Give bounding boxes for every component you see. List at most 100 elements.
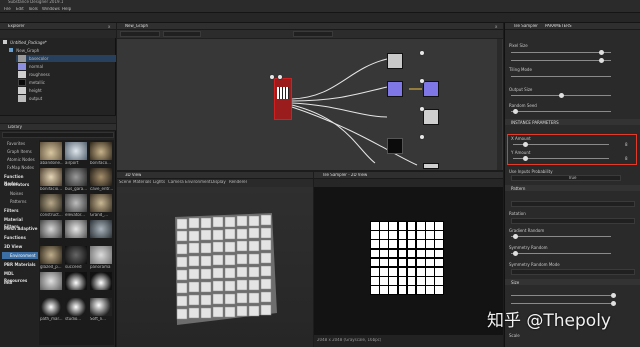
package-row[interactable]: Untitled_Package*	[3, 39, 115, 46]
graph-canvas[interactable]	[117, 39, 503, 170]
env-thumb[interactable]	[65, 142, 87, 160]
node-input-port[interactable]	[269, 74, 275, 80]
symmetry-slider[interactable]	[511, 251, 611, 256]
menu-tools[interactable]: Tools	[28, 7, 38, 12]
graph-tab[interactable]: New_Graph	[125, 24, 148, 29]
output-item[interactable]: metallic	[16, 79, 116, 86]
size-y-slider[interactable]	[511, 301, 616, 306]
tile-sampler-node[interactable]	[274, 78, 292, 120]
menu-renderer[interactable]: Renderer	[229, 180, 247, 185]
env-thumb[interactable]	[65, 220, 87, 238]
env-thumb[interactable]	[40, 194, 62, 212]
slider-knob[interactable]	[599, 50, 604, 55]
view2d-canvas[interactable]	[314, 187, 503, 335]
roughness-node[interactable]	[423, 109, 439, 125]
env-thumb[interactable]	[40, 272, 62, 290]
env-thumb[interactable]	[65, 168, 87, 186]
category-item[interactable]: mdl	[4, 279, 38, 286]
graph-format-dropdown[interactable]	[163, 31, 201, 37]
menu-camera[interactable]: Camera	[168, 180, 184, 185]
slider-knob[interactable]	[523, 156, 528, 161]
graph-row[interactable]: New_Graph	[9, 47, 115, 54]
category-item[interactable]: Patterns	[10, 198, 38, 205]
env-thumb[interactable]	[40, 168, 62, 186]
node-port[interactable]	[419, 134, 425, 140]
x-amount-slider[interactable]	[513, 142, 609, 147]
env-thumb[interactable]	[40, 298, 62, 316]
basecolor-node[interactable]	[387, 53, 403, 69]
menu-edit[interactable]: Edit	[16, 7, 24, 12]
category-item[interactable]: Favorites	[7, 140, 38, 147]
output-slider[interactable]	[511, 93, 611, 98]
rotation-dropdown[interactable]	[511, 218, 635, 224]
env-thumb[interactable]	[65, 298, 87, 316]
size-x-slider[interactable]	[511, 293, 616, 298]
properties-tab[interactable]: Tile Sampler	[513, 24, 538, 29]
tiling-slider[interactable]	[511, 76, 611, 77]
slider-knob[interactable]	[513, 251, 518, 256]
output-item[interactable]: basecolor	[16, 55, 116, 62]
category-item[interactable]: Function Nodes	[4, 173, 38, 186]
env-thumb[interactable]	[65, 194, 87, 212]
env-thumb[interactable]	[40, 142, 62, 160]
menu-scene[interactable]: Scene	[119, 180, 131, 185]
category-item[interactable]: PBR Materials	[4, 261, 38, 268]
env-thumb[interactable]	[90, 194, 112, 212]
menu-help[interactable]: Help	[62, 7, 71, 12]
category-item[interactable]: Mesh Adaptive	[4, 225, 38, 232]
height-slider[interactable]	[511, 58, 611, 63]
env-thumb[interactable]	[90, 168, 112, 186]
pattern-dropdown[interactable]	[511, 201, 635, 207]
close-icon[interactable]: x	[108, 24, 110, 29]
height-node[interactable]	[423, 163, 439, 169]
seed-slider[interactable]	[511, 109, 611, 114]
slider-knob[interactable]	[523, 142, 528, 147]
menu-windows[interactable]: Windows	[42, 7, 60, 12]
category-item[interactable]: Material Filters	[4, 216, 38, 229]
category-item-selected[interactable]: Environment	[2, 252, 38, 259]
metallic-node[interactable]	[387, 138, 403, 154]
env-thumb[interactable]	[90, 298, 112, 316]
category-item[interactable]: Functions	[4, 234, 38, 241]
output-item[interactable]: output	[16, 95, 116, 102]
output-item[interactable]: roughness	[16, 71, 116, 78]
graph-search[interactable]	[293, 31, 333, 37]
symmetry-mode-dropdown[interactable]	[511, 269, 635, 275]
menu-environment[interactable]: Environment	[185, 180, 211, 185]
env-thumb[interactable]	[40, 246, 62, 264]
gradient-slider[interactable]	[511, 234, 611, 239]
env-thumb[interactable]	[65, 272, 87, 290]
env-thumb[interactable]	[65, 246, 87, 264]
env-thumb[interactable]	[90, 142, 112, 160]
category-item[interactable]: FxMap Nodes	[7, 164, 38, 171]
y-amount-slider[interactable]	[513, 156, 609, 161]
node-port[interactable]	[419, 106, 425, 112]
properties-tab-params[interactable]: PARAMETERS	[545, 24, 572, 29]
graph-scrollbar[interactable]	[497, 39, 502, 170]
slider-knob[interactable]	[599, 58, 604, 63]
env-thumb[interactable]	[90, 272, 112, 290]
category-item[interactable]: Noises	[10, 190, 38, 197]
output-item[interactable]: normal	[16, 63, 116, 70]
menu-file[interactable]: File	[4, 7, 11, 12]
normal-output-node[interactable]	[423, 81, 439, 97]
normal-node[interactable]	[387, 81, 403, 97]
slider-knob[interactable]	[513, 109, 518, 114]
category-item[interactable]: MDL Resources	[4, 270, 38, 283]
slider-knob[interactable]	[611, 293, 616, 298]
env-thumb[interactable]	[90, 220, 112, 238]
view3d-viewport[interactable]	[117, 187, 313, 347]
slider-knob[interactable]	[611, 301, 616, 306]
category-item[interactable]: Graph Items	[7, 148, 38, 155]
output-item[interactable]: height	[16, 87, 116, 94]
close-icon[interactable]: x	[495, 24, 497, 29]
category-item[interactable]: Atomic Nodes	[7, 156, 38, 163]
env-thumb[interactable]	[90, 246, 112, 264]
category-item[interactable]: 3D View	[4, 243, 38, 250]
width-slider[interactable]	[511, 50, 611, 55]
node-port[interactable]	[419, 50, 425, 56]
library-search[interactable]	[2, 132, 114, 138]
graph-filter-dropdown[interactable]	[120, 31, 160, 37]
category-item[interactable]: Generators	[4, 181, 38, 188]
node-input-port[interactable]	[277, 74, 283, 80]
